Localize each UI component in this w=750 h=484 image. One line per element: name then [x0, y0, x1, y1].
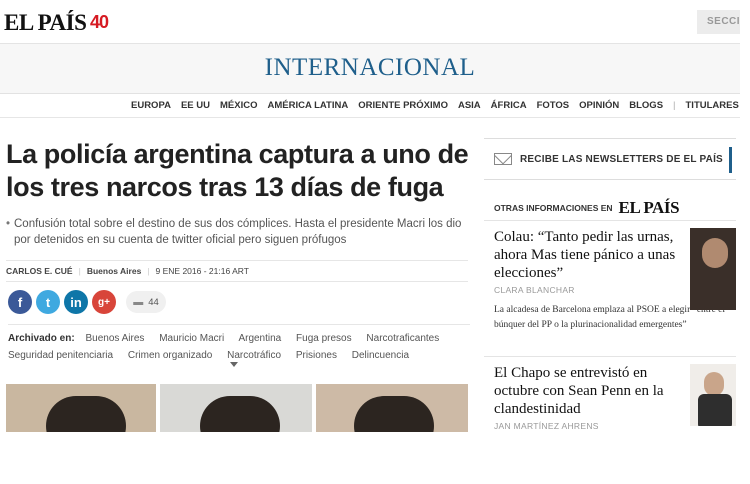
nav-item-america-latina[interactable]: AMÉRICA LATINA [267, 100, 348, 111]
byline: CARLOS E. CUÉ | Buenos Aires | 9 ENE 201… [6, 260, 468, 282]
tag-link[interactable]: Buenos Aires [85, 333, 144, 344]
tag-link[interactable]: Argentina [238, 333, 281, 344]
comments-button[interactable]: ▬ 44 [126, 291, 166, 313]
el-pais-small-logo: EL PAÍS [618, 198, 680, 217]
nav-item-eeuu[interactable]: EE UU [181, 100, 210, 111]
comment-count: 44 [148, 296, 159, 308]
linkedin-share-icon[interactable]: in [64, 290, 88, 314]
section-title[interactable]: INTERNACIONAL [0, 54, 740, 82]
newsletter-signup[interactable]: RECIBE LAS NEWSLETTERS DE EL PAÍS [484, 138, 736, 180]
story-title[interactable]: El Chapo se entrevistó en octubre con Se… [494, 364, 684, 418]
otras-informaciones-header: OTRAS INFORMACIONES EN EL PAÍS [494, 198, 740, 218]
sidebar-story[interactable]: Colau: “Tanto pedir las urnas, ahora Mas… [494, 228, 690, 295]
tag-link[interactable]: Narcotráfico [227, 350, 281, 361]
publish-date: 9 ENE 2016 - 21:16 ART [155, 266, 249, 276]
subhead-text: Confusión total sobre el destino de sus … [14, 218, 462, 246]
section-header: INTERNACIONAL [0, 44, 740, 94]
article-photo-strip [6, 384, 468, 432]
el-pais-logo[interactable]: EL PAÍS [4, 10, 87, 36]
story-thumbnail[interactable] [690, 228, 736, 310]
googleplus-share-icon[interactable]: g+ [92, 290, 116, 314]
suspect-photo-2[interactable] [160, 384, 312, 432]
tag-link[interactable]: Crimen organizado [128, 350, 213, 361]
nav-item-mexico[interactable]: MÉXICO [220, 100, 257, 111]
nav-item-oriente-proximo[interactable]: ORIENTE PRÓXIMO [358, 100, 448, 111]
tag-link[interactable]: Seguridad penitenciaria [8, 350, 113, 361]
story-author[interactable]: JAN MARTÍNEZ AHRENS [494, 421, 684, 431]
social-share-bar: f t in g+ ▬ 44 [8, 290, 166, 314]
story-title[interactable]: Colau: “Tanto pedir las urnas, ahora Mas… [494, 228, 690, 282]
tag-link[interactable]: Narcotraficantes [366, 333, 439, 344]
nav-separator: | [673, 100, 676, 111]
envelope-icon [494, 153, 512, 165]
suspect-photo-1[interactable] [6, 384, 156, 432]
author-link[interactable]: CARLOS E. CUÉ [6, 266, 73, 276]
nav-item-europa[interactable]: EUROPA [131, 100, 171, 111]
bullet-icon: • [6, 218, 11, 230]
article-headline: La policía argentina captura a uno de lo… [6, 139, 469, 202]
twitter-share-icon[interactable]: t [36, 290, 60, 314]
location-label: Buenos Aires [86, 266, 142, 276]
top-bar: EL PAÍS 40 SECCI [0, 0, 750, 44]
section-nav: EUROPA EE UU MÉXICO AMÉRICA LATINA ORIEN… [0, 94, 747, 118]
article-subhead: • Confusión total sobre el destino de su… [6, 216, 474, 248]
tag-link[interactable]: Prisiones [296, 350, 337, 361]
otras-label: OTRAS INFORMACIONES EN [494, 203, 613, 213]
40-anniversary-badge: 40 [90, 12, 109, 32]
speech-bubble-icon: ▬ [133, 296, 144, 308]
tags-label: Archivado en: [8, 333, 75, 344]
facebook-share-icon[interactable]: f [8, 290, 32, 314]
expand-tags-chevron-icon[interactable] [230, 362, 238, 367]
nav-item-fotos[interactable]: FOTOS [537, 100, 570, 111]
tag-link[interactable]: Fuga presos [296, 333, 352, 344]
suspect-photo-3[interactable] [316, 384, 468, 432]
newsletter-label: RECIBE LAS NEWSLETTERS DE EL PAÍS [520, 153, 723, 165]
nav-item-africa[interactable]: ÁFRICA [491, 100, 527, 111]
tag-link[interactable]: Delincuencia [352, 350, 409, 361]
story-author[interactable]: CLARA BLANCHAR [494, 285, 690, 295]
tags-section: Archivado en: Buenos Aires Mauricio Macr… [8, 324, 470, 364]
tag-link[interactable]: Mauricio Macri [159, 333, 224, 344]
nav-item-titulares[interactable]: TITULARES » [686, 100, 747, 111]
nav-item-blogs[interactable]: BLOGS [629, 100, 663, 111]
sidebar-story[interactable]: El Chapo se entrevistó en octubre con Se… [494, 364, 684, 431]
nav-item-asia[interactable]: ASIA [458, 100, 481, 111]
nav-item-opinion[interactable]: OPINIÓN [579, 100, 619, 111]
story-thumbnail[interactable] [690, 364, 736, 426]
